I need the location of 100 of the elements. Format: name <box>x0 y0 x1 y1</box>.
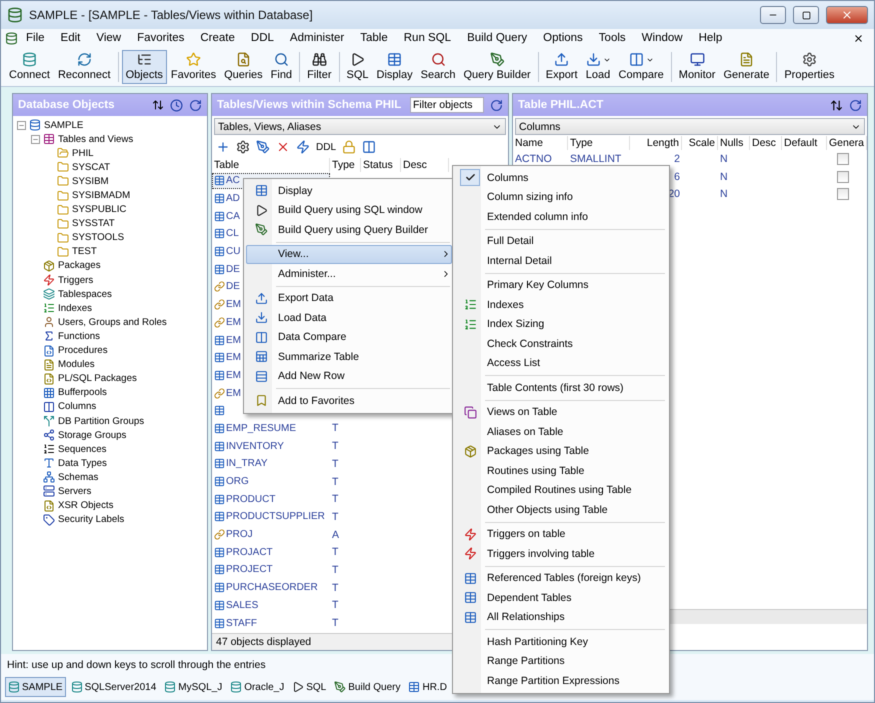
tree-item[interactable]: Columns <box>58 401 96 412</box>
tree-item[interactable]: Procedures <box>58 345 108 356</box>
table-name[interactable]: SALES <box>226 600 258 611</box>
pen-tool-icon[interactable] <box>256 140 270 154</box>
column-header[interactable]: Type <box>568 136 630 150</box>
menu-item[interactable]: Views on Table <box>455 402 667 422</box>
toolbar-button[interactable]: Monitor <box>674 50 720 84</box>
tree-item[interactable]: Functions <box>58 330 100 342</box>
table-name[interactable]: EM <box>226 388 241 399</box>
menu-item[interactable]: Help <box>690 32 730 44</box>
tree-item[interactable]: Storage Groups <box>58 430 126 441</box>
tree-item[interactable]: Sequences <box>58 444 106 455</box>
view-dropdown[interactable]: Columns <box>515 118 865 135</box>
tree-item[interactable]: SYSSTAT <box>72 218 115 230</box>
delete-icon[interactable] <box>276 140 290 154</box>
toolbar-button[interactable]: Load <box>582 50 615 84</box>
tree-item[interactable]: Data Types <box>58 458 107 469</box>
menu-item[interactable]: Aliases on Table <box>455 422 667 442</box>
tree-item[interactable]: Modules <box>58 359 95 370</box>
lightning-icon[interactable] <box>296 140 310 154</box>
menu-item[interactable]: Other Objects using Table <box>455 500 667 520</box>
menu-item[interactable]: Primary Key Columns <box>455 276 667 295</box>
toolbar-button[interactable]: Find <box>266 50 296 84</box>
toolbar-button[interactable]: Query Builder <box>459 50 535 84</box>
plus-icon[interactable] <box>216 140 230 154</box>
toolbar-button[interactable]: Properties <box>780 50 838 84</box>
tree-item[interactable]: Packages <box>58 260 101 272</box>
table-name[interactable]: PURCHASEORDER <box>226 582 318 594</box>
settings-icon[interactable] <box>236 140 250 154</box>
tree-item[interactable]: Tablespaces <box>58 288 112 300</box>
menu-item[interactable]: Referenced Tables (foreign keys) <box>455 568 667 588</box>
toolbar-button[interactable]: SQL <box>342 50 373 84</box>
column-header[interactable]: Status <box>361 158 401 172</box>
menu-item[interactable]: File <box>18 32 53 44</box>
menu-item[interactable]: View... <box>246 244 452 264</box>
tree-item[interactable]: Triggers <box>58 274 94 286</box>
table-name[interactable]: EM <box>226 370 241 381</box>
taskbar-button[interactable]: SAMPLE <box>5 677 66 697</box>
generated-checkbox[interactable] <box>837 152 849 165</box>
menu-item[interactable]: View <box>88 32 130 44</box>
menu-item[interactable]: Tools <box>590 32 634 44</box>
tree-item[interactable]: PL/SQL Packages <box>58 373 137 384</box>
menu-item[interactable]: Administer... <box>246 264 452 284</box>
tree-item[interactable]: SYSTOOLS <box>72 232 124 244</box>
table-name[interactable]: PROJ <box>226 529 253 540</box>
menu-item[interactable]: Range Partitions <box>455 652 667 671</box>
column-header[interactable]: Default <box>782 136 827 150</box>
toolbar-button[interactable]: Search <box>416 50 460 84</box>
tree-item[interactable]: SYSIBM <box>72 176 109 187</box>
toolbar-button[interactable]: Reconnect <box>54 50 115 84</box>
toolbar-button[interactable]: Connect <box>5 50 54 84</box>
tree-item[interactable]: Servers <box>58 486 92 497</box>
table-name[interactable]: EM <box>226 299 241 310</box>
menu-item[interactable]: Display <box>246 181 452 200</box>
table-name[interactable]: STAFF <box>226 618 257 629</box>
tree-item[interactable]: PHIL <box>72 148 94 159</box>
menu-item[interactable]: Check Constraints <box>455 334 667 354</box>
menu-item[interactable]: DDL <box>242 32 282 44</box>
minimize-button[interactable] <box>760 6 786 24</box>
tree-item[interactable]: SYSPUBLIC <box>72 204 126 216</box>
toolbar-button[interactable]: Generate <box>719 50 774 84</box>
table-name[interactable]: PROJECT <box>226 564 273 576</box>
column-header[interactable]: Table <box>212 158 330 172</box>
maximize-button[interactable] <box>793 6 819 24</box>
menu-item[interactable]: Index Sizing <box>455 314 667 334</box>
columns-icon[interactable] <box>362 140 376 154</box>
menu-item[interactable]: Run SQL <box>396 32 460 44</box>
generated-checkbox[interactable] <box>837 188 849 200</box>
table-name[interactable]: INVENTORY <box>226 440 284 452</box>
table-name[interactable]: DE <box>226 281 240 292</box>
expand-toggle[interactable] <box>17 120 26 130</box>
menu-item[interactable]: Load Data <box>246 308 452 328</box>
table-name[interactable]: CU <box>226 246 240 258</box>
table-name[interactable]: PROJACT <box>226 546 273 558</box>
table-name[interactable]: ORG <box>226 476 249 488</box>
menu-item[interactable]: Routines using Table <box>455 461 667 480</box>
menu-item[interactable]: Internal Detail <box>455 251 667 270</box>
taskbar-button[interactable]: Build Query <box>331 677 404 697</box>
menu-item[interactable]: Summarize Table <box>246 347 452 366</box>
taskbar-button[interactable]: MySQL_J <box>161 677 226 697</box>
toolbar-button[interactable]: Filter <box>303 50 336 84</box>
tree-item[interactable]: Bufferpools <box>58 387 107 398</box>
tree-item[interactable]: SYSIBMADM <box>72 190 130 202</box>
column-header[interactable]: Type <box>330 158 361 172</box>
menu-item[interactable]: Access List <box>455 354 667 373</box>
column-header[interactable]: Desc <box>750 136 782 150</box>
tree-item[interactable]: Indexes <box>58 302 92 314</box>
menu-item[interactable]: Build Query using SQL window <box>246 200 452 220</box>
tree-item[interactable]: DB Partition Groups <box>58 416 144 427</box>
sort-icon[interactable] <box>830 98 843 112</box>
table-name[interactable]: EM <box>226 352 241 364</box>
table-name[interactable]: EM <box>226 316 241 328</box>
table-name[interactable]: DE <box>226 264 240 275</box>
table-name[interactable]: CL <box>226 228 239 240</box>
table-name[interactable]: AC <box>226 175 240 186</box>
table-name[interactable]: PRODUCTSUPPLIER <box>226 511 325 522</box>
menu-item[interactable]: Window <box>634 32 691 44</box>
tree-item[interactable]: SAMPLE <box>44 120 84 131</box>
refresh-icon[interactable] <box>490 98 503 112</box>
menu-item[interactable]: All Relationships <box>455 608 667 627</box>
